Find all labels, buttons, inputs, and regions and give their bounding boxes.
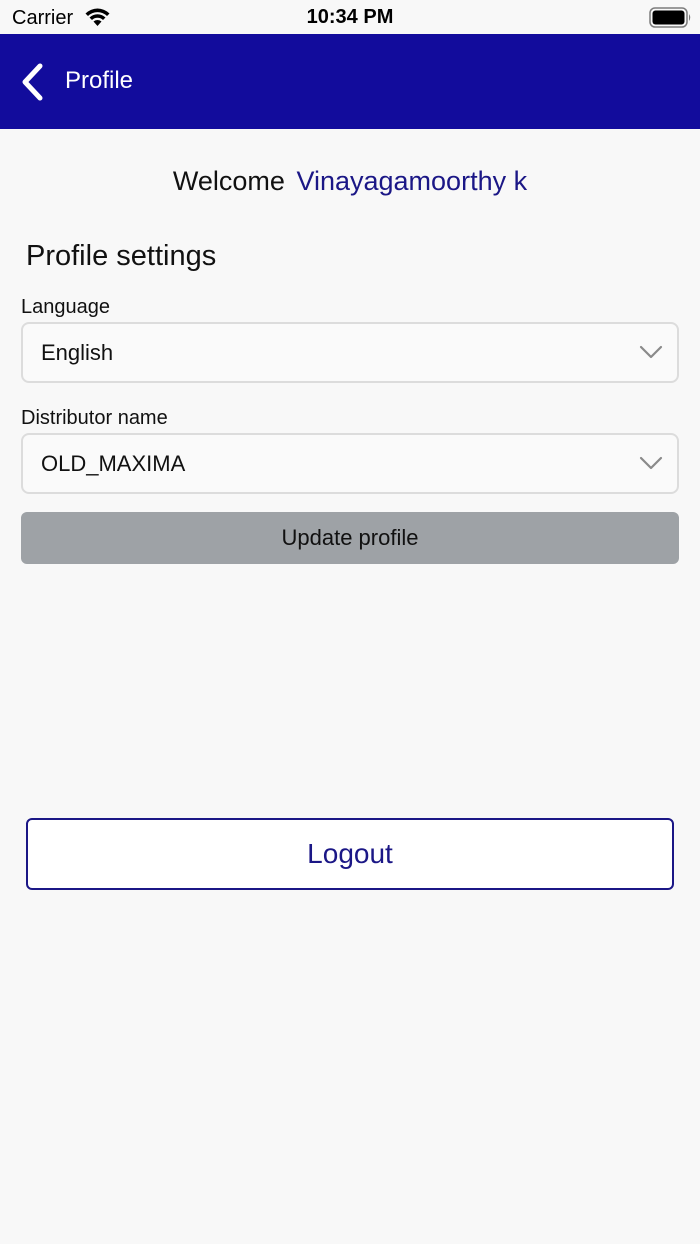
language-select[interactable]: English — [21, 322, 679, 383]
language-value: English — [41, 340, 114, 365]
back-button[interactable] — [10, 58, 54, 106]
distributor-label: Distributor name — [21, 407, 168, 429]
welcome-label: Welcome — [172, 166, 285, 196]
profile-settings-title: Profile settings — [26, 240, 217, 272]
chevron-down-icon — [639, 456, 663, 470]
nav-bar: Profile — [0, 34, 700, 129]
page-title: Profile — [65, 67, 134, 94]
language-label: Language — [21, 296, 110, 318]
status-time: 10:34 PM — [306, 6, 394, 28]
logout-button[interactable]: Logout — [26, 818, 674, 890]
welcome-message: Welcome Vinayagamoorthy k — [0, 166, 700, 197]
chevron-left-icon — [22, 63, 43, 101]
distributor-value: OLD_MAXIMA — [41, 451, 186, 476]
user-name: Vinayagamoorthy k — [296, 166, 528, 196]
update-profile-button[interactable]: Update profile — [21, 512, 679, 564]
status-bar: Carrier 10:34 PM — [0, 0, 700, 34]
distributor-select[interactable]: OLD_MAXIMA — [21, 433, 679, 494]
battery-icon — [649, 7, 691, 28]
chevron-down-icon — [639, 345, 663, 359]
